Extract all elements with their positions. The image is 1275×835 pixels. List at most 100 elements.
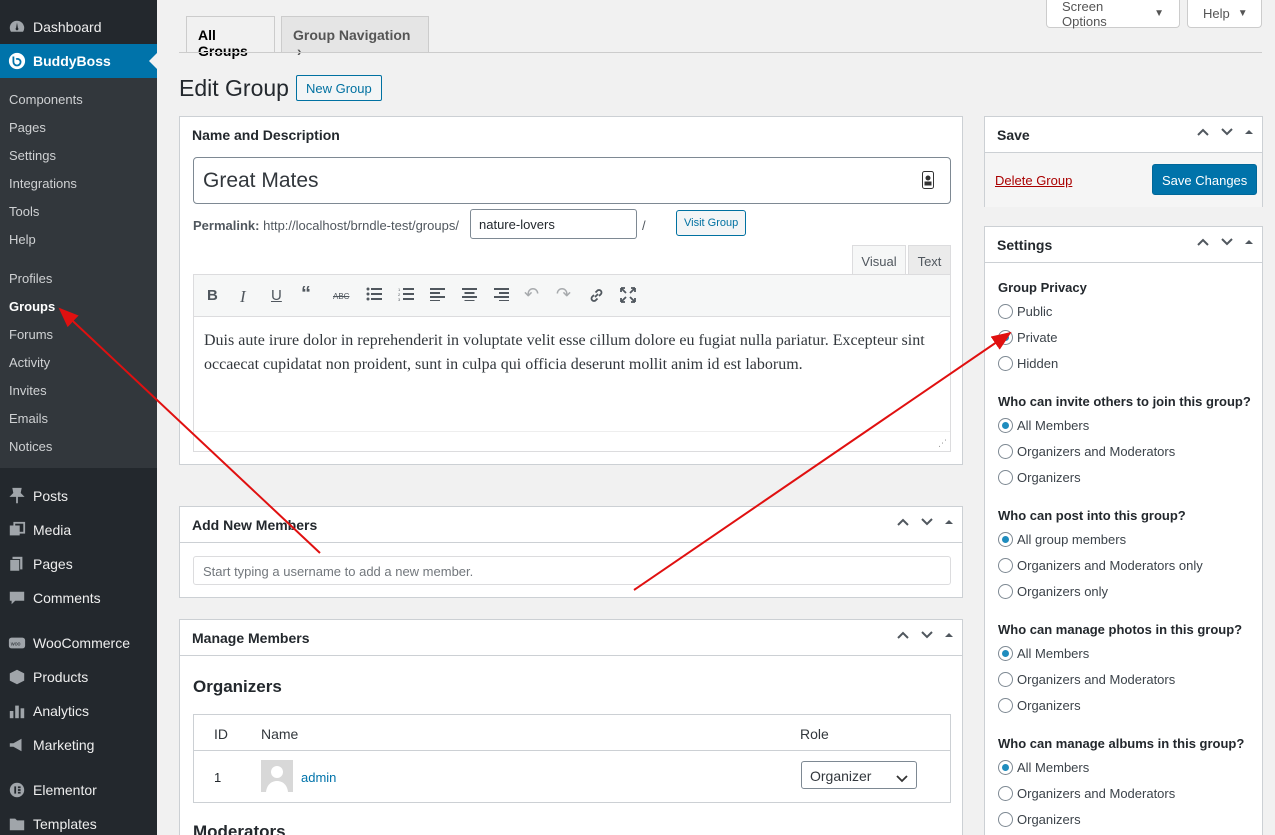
- collapse-toggle-icon[interactable]: [944, 628, 954, 643]
- radio-option[interactable]: Organizers: [998, 698, 1081, 713]
- sidebar-item-pages[interactable]: Pages: [9, 120, 46, 135]
- italic-icon[interactable]: I: [240, 287, 246, 307]
- align-right-icon[interactable]: [494, 287, 509, 305]
- radio-option[interactable]: Public: [998, 304, 1052, 319]
- link-icon[interactable]: [588, 287, 605, 308]
- menu-templates[interactable]: Templates: [0, 807, 157, 835]
- radio-option[interactable]: Organizers and Moderators: [998, 444, 1175, 459]
- radio-button[interactable]: [998, 646, 1013, 661]
- sidebar-item-components[interactable]: Components: [9, 92, 83, 107]
- radio-button[interactable]: [998, 444, 1013, 459]
- sidebar-item-integrations[interactable]: Integrations: [9, 176, 77, 191]
- align-center-icon[interactable]: [462, 287, 477, 305]
- menu-woocommerce[interactable]: woo WooCommerce: [0, 626, 157, 660]
- sidebar-item-notices[interactable]: Notices: [9, 439, 52, 454]
- collapse-toggle-icon[interactable]: [944, 515, 954, 530]
- save-changes-button[interactable]: Save Changes: [1152, 164, 1258, 195]
- radio-option[interactable]: Organizers and Moderators: [998, 672, 1175, 687]
- radio-button[interactable]: [998, 470, 1013, 485]
- dashboard-icon: [0, 18, 33, 36]
- fullscreen-icon[interactable]: [620, 287, 636, 307]
- blockquote-icon[interactable]: “: [301, 283, 311, 306]
- radio-option[interactable]: Hidden: [998, 356, 1058, 371]
- menu-elementor[interactable]: Elementor: [0, 773, 157, 807]
- chevron-down-icon[interactable]: [1220, 235, 1234, 250]
- radio-button[interactable]: [998, 672, 1013, 687]
- radio-button[interactable]: [998, 558, 1013, 573]
- radio-button[interactable]: [998, 760, 1013, 775]
- sidebar-item-groups[interactable]: Groups: [9, 299, 55, 314]
- menu-comments[interactable]: Comments: [0, 581, 157, 615]
- radio-button[interactable]: [998, 786, 1013, 801]
- collapse-toggle-icon[interactable]: [1244, 235, 1254, 250]
- chevron-up-icon[interactable]: [1196, 235, 1210, 250]
- radio-button[interactable]: [998, 584, 1013, 599]
- radio-button[interactable]: [998, 304, 1013, 319]
- collapse-toggle-icon[interactable]: [1244, 125, 1254, 140]
- member-name-link[interactable]: admin: [301, 770, 336, 785]
- sidebar-item-profiles[interactable]: Profiles: [9, 271, 52, 286]
- tab-group-navigation[interactable]: Group Navigation ›: [281, 16, 429, 59]
- align-left-icon[interactable]: [430, 287, 445, 305]
- bold-icon[interactable]: B: [207, 287, 218, 304]
- resize-handle-icon[interactable]: ⋰: [938, 438, 947, 449]
- chevron-up-icon[interactable]: [1196, 125, 1210, 140]
- slug-input[interactable]: nature-lovers: [470, 209, 637, 239]
- menu-analytics[interactable]: Analytics: [0, 694, 157, 728]
- redo-icon[interactable]: ↷: [556, 284, 571, 305]
- tab-all-groups[interactable]: All Groups: [186, 16, 275, 59]
- menu-pages[interactable]: Pages: [0, 547, 157, 581]
- editor-content[interactable]: Duis aute irure dolor in reprehenderit i…: [204, 329, 934, 377]
- radio-button[interactable]: [998, 698, 1013, 713]
- menu-marketing[interactable]: Marketing: [0, 728, 157, 762]
- editor-tab-text[interactable]: Text: [908, 245, 951, 275]
- radio-option[interactable]: Organizers and Moderators only: [998, 558, 1203, 573]
- bullet-list-icon[interactable]: [366, 287, 382, 305]
- sidebar-item-help[interactable]: Help: [9, 232, 36, 247]
- radio-option[interactable]: All Members: [998, 418, 1089, 433]
- visit-group-button[interactable]: Visit Group: [676, 210, 747, 236]
- name-description-box: Name and Description Great Mates Permali…: [179, 116, 963, 465]
- group-name-input[interactable]: Great Mates: [193, 157, 951, 204]
- sidebar-item-tools[interactable]: Tools: [9, 204, 39, 219]
- role-select[interactable]: Organizer: [801, 761, 917, 789]
- radio-button[interactable]: [998, 356, 1013, 371]
- numbered-list-icon[interactable]: 123: [398, 287, 414, 305]
- radio-option[interactable]: All Members: [998, 760, 1089, 775]
- radio-option[interactable]: All Members: [998, 646, 1089, 661]
- sidebar-item-forums[interactable]: Forums: [9, 327, 53, 342]
- add-member-input[interactable]: Start typing a username to add a new mem…: [193, 556, 951, 585]
- new-group-button[interactable]: New Group: [296, 75, 382, 101]
- underline-icon[interactable]: U: [271, 287, 282, 304]
- menu-media[interactable]: Media: [0, 513, 157, 547]
- menu-buddyboss[interactable]: BuddyBoss: [0, 44, 157, 78]
- radio-button[interactable]: [998, 330, 1013, 345]
- chevron-down-icon[interactable]: [920, 515, 934, 530]
- chevron-up-icon[interactable]: [896, 628, 910, 643]
- radio-option[interactable]: All group members: [998, 532, 1126, 547]
- menu-products[interactable]: Products: [0, 660, 157, 694]
- radio-button[interactable]: [998, 418, 1013, 433]
- help-button[interactable]: Help ▼: [1187, 0, 1262, 28]
- sidebar-item-activity[interactable]: Activity: [9, 355, 50, 370]
- menu-posts[interactable]: Posts: [0, 479, 157, 513]
- menu-dashboard[interactable]: Dashboard: [0, 10, 157, 44]
- editor-tab-visual[interactable]: Visual: [852, 245, 906, 275]
- undo-icon[interactable]: ↶: [524, 284, 539, 305]
- radio-option[interactable]: Private: [998, 330, 1057, 345]
- strikethrough-icon[interactable]: ABC: [333, 292, 349, 301]
- sidebar-item-settings[interactable]: Settings: [9, 148, 56, 163]
- radio-option[interactable]: Organizers: [998, 812, 1081, 827]
- radio-option[interactable]: Organizers only: [998, 584, 1108, 599]
- delete-group-link[interactable]: Delete Group: [995, 173, 1072, 188]
- radio-button[interactable]: [998, 532, 1013, 547]
- radio-option[interactable]: Organizers and Moderators: [998, 786, 1175, 801]
- chevron-down-icon[interactable]: [1220, 125, 1234, 140]
- radio-button[interactable]: [998, 812, 1013, 827]
- sidebar-item-invites[interactable]: Invites: [9, 383, 47, 398]
- screen-options-button[interactable]: Screen Options ▼: [1046, 0, 1180, 29]
- chevron-down-icon[interactable]: [920, 628, 934, 643]
- sidebar-item-emails[interactable]: Emails: [9, 411, 48, 426]
- chevron-up-icon[interactable]: [896, 515, 910, 530]
- radio-option[interactable]: Organizers: [998, 470, 1081, 485]
